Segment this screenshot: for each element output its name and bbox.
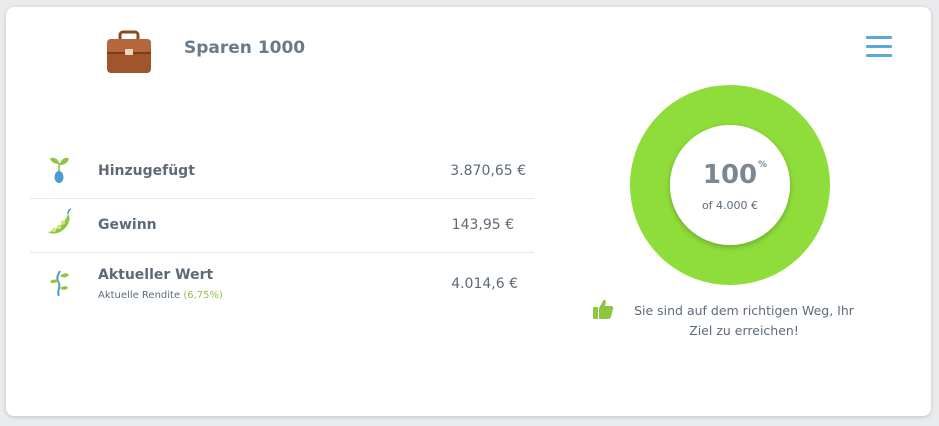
list-item-added: Hinzugefügt 3.870,65 € [30, 145, 534, 199]
progress-target: of 4.000 € [701, 199, 759, 212]
status-message: Sie sind auf dem richtigen Weg, Ihr Ziel… [634, 303, 854, 338]
added-value: 3.870,65 € [450, 163, 526, 179]
progress-percent-unit: % [758, 160, 768, 170]
list-item-profit: Gewinn 143,95 € [30, 199, 534, 253]
pea-pod-icon [48, 208, 72, 234]
thumbs-up-icon [593, 299, 614, 319]
profit-value: 143,95 € [451, 217, 514, 233]
current-return-text: Aktuelle Rendite [98, 290, 181, 301]
briefcase-icon [107, 30, 151, 73]
progress-percent-value: 100 [702, 160, 758, 190]
added-label: Hinzugefügt [98, 163, 195, 179]
current-value-label: Aktueller Wert [98, 267, 214, 283]
current-return-label: Aktuelle Rendite (6,75%) [98, 290, 223, 301]
sprout-growth-icon [50, 270, 69, 297]
hamburger-menu-icon[interactable] [866, 35, 892, 59]
profit-label: Gewinn [98, 217, 157, 233]
seedling-icon [50, 157, 69, 183]
list-item-current-value: Aktueller Wert Aktuelle Rendite (6,75%) … [30, 253, 534, 313]
current-value-amount: 4.014,6 € [451, 276, 518, 292]
page-title: Sparen 1000 [184, 38, 306, 58]
current-return-rate: (6,75%) [183, 290, 223, 301]
